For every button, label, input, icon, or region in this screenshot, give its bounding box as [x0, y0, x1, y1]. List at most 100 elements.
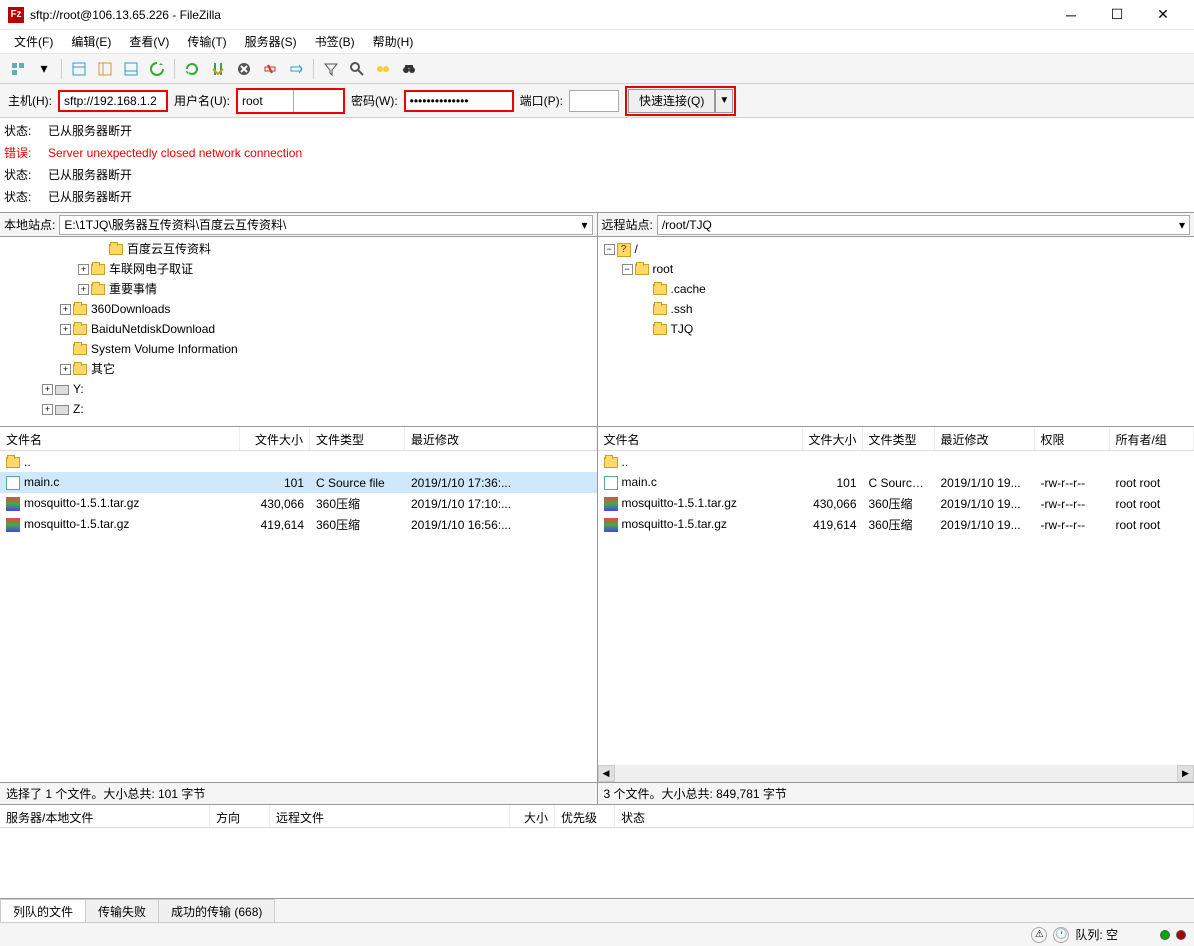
- tree-expander[interactable]: +: [42, 404, 53, 415]
- col-size[interactable]: 文件大小: [240, 427, 310, 450]
- log-text: 已从服务器断开: [48, 164, 132, 186]
- close-button[interactable]: ✕: [1140, 0, 1186, 30]
- tree-node[interactable]: −?/: [600, 239, 1193, 259]
- queue-body[interactable]: [0, 828, 1194, 898]
- scroll-left-icon[interactable]: ◀: [598, 765, 615, 782]
- col-name[interactable]: 文件名: [0, 427, 240, 450]
- queue-col-serverfile[interactable]: 服务器/本地文件: [0, 805, 210, 827]
- file-row[interactable]: main.c101C Source file2019/1/10 17:36:..…: [0, 472, 597, 493]
- col-perms[interactable]: 权限: [1035, 427, 1110, 450]
- warning-icon[interactable]: ⚠: [1031, 927, 1047, 943]
- menu-view[interactable]: 查看(V): [121, 31, 177, 52]
- toggle-queue-icon[interactable]: [119, 57, 143, 81]
- file-row[interactable]: mosquitto-1.5.tar.gz419,614360压缩2019/1/1…: [0, 514, 597, 535]
- compare-icon[interactable]: [371, 57, 395, 81]
- host-input[interactable]: [58, 90, 168, 112]
- refresh-icon[interactable]: [180, 57, 204, 81]
- tree-label: 百度云互传资料: [127, 242, 211, 256]
- col-type[interactable]: 文件类型: [863, 427, 935, 450]
- tree-expander[interactable]: −: [604, 244, 615, 255]
- toggle-tree-icon[interactable]: [93, 57, 117, 81]
- tree-node[interactable]: .cache: [600, 279, 1193, 299]
- col-modified[interactable]: 最近修改: [935, 427, 1035, 450]
- file-row[interactable]: mosquitto-1.5.tar.gz419,614360压缩2019/1/1…: [598, 514, 1194, 535]
- port-input[interactable]: [569, 90, 619, 112]
- tree-expander[interactable]: −: [622, 264, 633, 275]
- scroll-track[interactable]: [615, 765, 1178, 782]
- queue-col-priority[interactable]: 优先级: [555, 805, 615, 827]
- minimize-button[interactable]: ─: [1048, 0, 1094, 30]
- menu-server[interactable]: 服务器(S): [237, 31, 305, 52]
- tree-node[interactable]: +Y:: [2, 379, 595, 399]
- search-icon[interactable]: [345, 57, 369, 81]
- file-row[interactable]: mosquitto-1.5.1.tar.gz430,066360压缩2019/1…: [0, 493, 597, 514]
- file-row[interactable]: ..: [0, 451, 597, 472]
- menu-bookmarks[interactable]: 书签(B): [307, 31, 363, 52]
- local-tree[interactable]: 百度云互传资料 +车联网电子取证+重要事情+360Downloads+BaiduN…: [0, 237, 597, 427]
- col-modified[interactable]: 最近修改: [405, 427, 597, 450]
- remote-file-list[interactable]: 文件名 文件大小 文件类型 最近修改 权限 所有者/组 .. main.c101C…: [598, 427, 1194, 765]
- remote-path-combo[interactable]: /root/TJQ▾: [657, 215, 1190, 235]
- tab-failed[interactable]: 传输失败: [85, 899, 159, 922]
- dropdown-icon[interactable]: ▾: [32, 57, 56, 81]
- menu-transfer[interactable]: 传输(T): [179, 31, 234, 52]
- remote-tree[interactable]: −?/−root.cache.sshTJQ: [598, 237, 1194, 427]
- password-input[interactable]: [404, 90, 514, 112]
- cancel-icon[interactable]: [232, 57, 256, 81]
- quickconnect-dropdown[interactable]: ▼: [715, 89, 733, 113]
- col-owner[interactable]: 所有者/组: [1110, 427, 1194, 450]
- tab-queued[interactable]: 列队的文件: [0, 899, 86, 922]
- tree-node[interactable]: 百度云互传资料: [2, 239, 595, 259]
- col-size[interactable]: 文件大小: [803, 427, 863, 450]
- menu-file[interactable]: 文件(F): [6, 31, 61, 52]
- tree-expander[interactable]: +: [60, 364, 71, 375]
- tree-node[interactable]: +360Downloads: [2, 299, 595, 319]
- folder-icon: [91, 264, 105, 275]
- toggle-log-icon[interactable]: [67, 57, 91, 81]
- tree-node[interactable]: +车联网电子取证: [2, 259, 595, 279]
- remote-scrollbar[interactable]: ◀ ▶: [598, 765, 1194, 782]
- tree-expander[interactable]: +: [78, 284, 89, 295]
- queue-col-remotefile[interactable]: 远程文件: [270, 805, 510, 827]
- tree-node[interactable]: System Volume Information: [2, 339, 595, 359]
- log-panel[interactable]: 状态:已从服务器断开错误:Server unexpectedly closed …: [0, 118, 1194, 213]
- tree-expander[interactable]: +: [60, 304, 71, 315]
- filter-icon[interactable]: [319, 57, 343, 81]
- queue-col-status[interactable]: 状态: [615, 805, 1194, 827]
- reconnect-icon[interactable]: [284, 57, 308, 81]
- tree-expander[interactable]: +: [42, 384, 53, 395]
- file-row[interactable]: main.c101C Source ...2019/1/10 19...-rw-…: [598, 472, 1194, 493]
- tree-expander[interactable]: +: [60, 324, 71, 335]
- menu-edit[interactable]: 编辑(E): [63, 31, 119, 52]
- file-name: ..: [622, 455, 629, 469]
- scroll-right-icon[interactable]: ▶: [1177, 765, 1194, 782]
- tree-node[interactable]: +其它: [2, 359, 595, 379]
- sync-icon[interactable]: [145, 57, 169, 81]
- tree-node[interactable]: −root: [600, 259, 1193, 279]
- process-queue-icon[interactable]: [206, 57, 230, 81]
- tree-node[interactable]: +Z:: [2, 399, 595, 419]
- user-input[interactable]: [238, 90, 293, 112]
- col-name[interactable]: 文件名: [598, 427, 803, 450]
- local-path-combo[interactable]: E:\1TJQ\服务器互传资料\百度云互传资料\▾: [59, 215, 592, 235]
- queue-col-direction[interactable]: 方向: [210, 805, 270, 827]
- queue-col-size[interactable]: 大小: [510, 805, 555, 827]
- tree-node[interactable]: +重要事情: [2, 279, 595, 299]
- tab-success[interactable]: 成功的传输 (668): [158, 899, 275, 922]
- tree-node[interactable]: .ssh: [600, 299, 1193, 319]
- clock-icon[interactable]: 🕐: [1053, 927, 1069, 943]
- maximize-button[interactable]: ☐: [1094, 0, 1140, 30]
- file-row[interactable]: mosquitto-1.5.1.tar.gz430,066360压缩2019/1…: [598, 493, 1194, 514]
- file-row[interactable]: ..: [598, 451, 1194, 472]
- quickconnect-button[interactable]: 快速连接(Q): [628, 89, 715, 113]
- tree-node[interactable]: +BaiduNetdiskDownload: [2, 319, 595, 339]
- tree-node[interactable]: TJQ: [600, 319, 1193, 339]
- disconnect-icon[interactable]: [258, 57, 282, 81]
- file-type: C Source ...: [863, 474, 935, 492]
- binoculars-icon[interactable]: [397, 57, 421, 81]
- tree-expander[interactable]: +: [78, 264, 89, 275]
- col-type[interactable]: 文件类型: [310, 427, 405, 450]
- site-manager-icon[interactable]: [6, 57, 30, 81]
- local-file-list[interactable]: 文件名 文件大小 文件类型 最近修改 ..main.c101C Source f…: [0, 427, 597, 782]
- menu-help[interactable]: 帮助(H): [365, 31, 422, 52]
